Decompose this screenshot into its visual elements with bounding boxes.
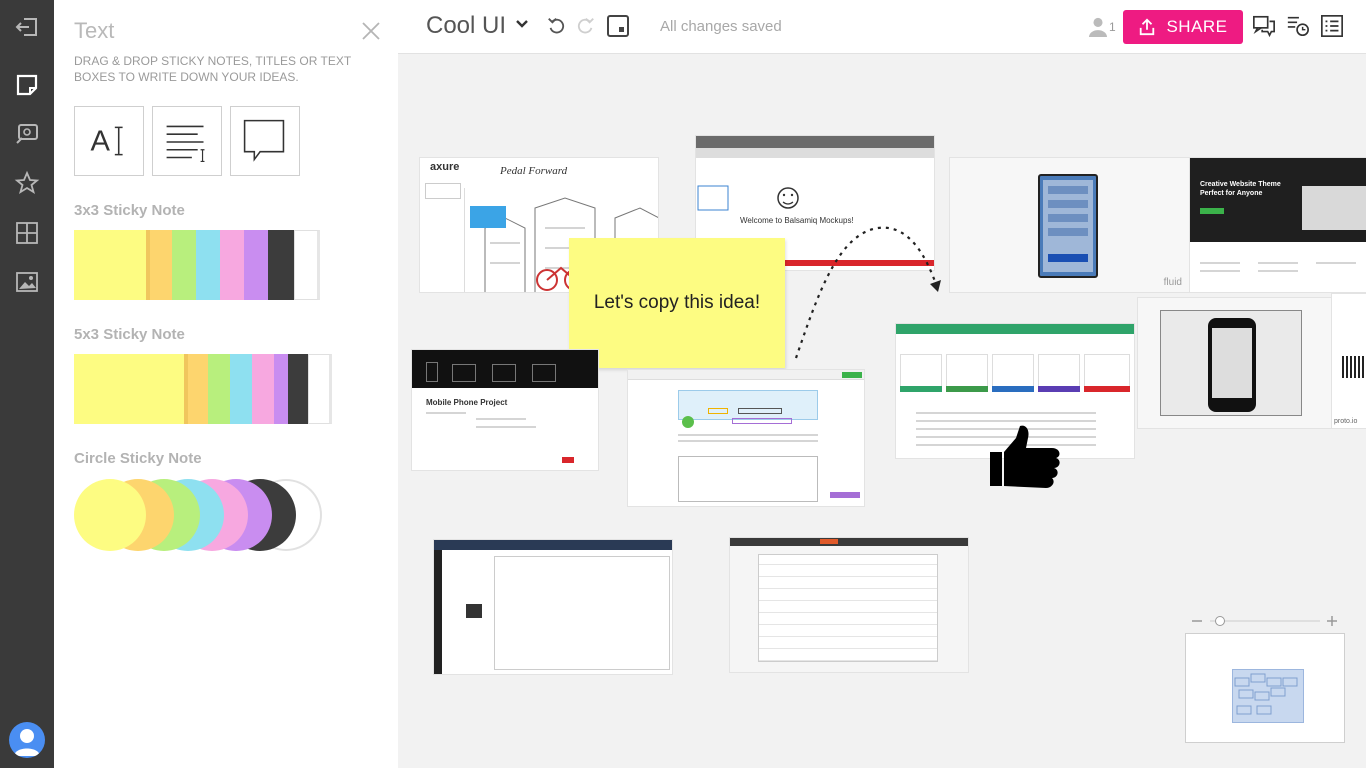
panel-title: Text (74, 18, 115, 43)
activity-icon[interactable] (1286, 14, 1310, 38)
minimap[interactable] (1185, 633, 1345, 743)
text-title-icon: A (91, 126, 123, 158)
mockup-thumb-fluid[interactable]: fluid (950, 158, 1190, 292)
redo-icon[interactable] (573, 14, 597, 38)
paragraph-icon (166, 125, 205, 162)
comment-icon[interactable] (0, 109, 54, 159)
image-icon[interactable] (0, 257, 54, 307)
circle-sticky-label: Circle Sticky Note (74, 450, 202, 467)
sticky-note-text: Let's copy this idea! (593, 292, 761, 313)
undo-icon[interactable] (545, 14, 569, 38)
project-title[interactable]: Cool UI (426, 12, 506, 40)
mockup-thumb-editor[interactable] (434, 540, 672, 674)
title-tool-button[interactable]: A (74, 106, 144, 176)
save-status: All changes saved (660, 18, 782, 35)
mockup-thumb-grid[interactable] (730, 538, 968, 672)
close-icon[interactable] (360, 20, 382, 42)
share-button[interactable]: SHARE (1123, 10, 1243, 44)
fluid-logo: fluid (1163, 277, 1182, 288)
mockup-thumb-mobile-project[interactable]: Mobile Phone Project (412, 350, 598, 470)
user-avatar[interactable] (9, 722, 45, 758)
sticky-note[interactable]: Let's copy this idea! (569, 238, 785, 368)
list-view-icon[interactable] (1320, 14, 1344, 38)
mockup-thumb-proto[interactable]: proto.io (1332, 294, 1366, 428)
circle-sticky-palette[interactable] (74, 478, 326, 552)
pedal-forward-title: Pedal Forward (500, 165, 568, 177)
minimap-viewport[interactable] (1232, 669, 1304, 723)
user-icon (1088, 17, 1108, 37)
text-box-tool-button[interactable] (152, 106, 222, 176)
speech-bubble-icon (243, 119, 285, 162)
left-rail (0, 0, 54, 768)
callout-tool-button[interactable] (230, 106, 300, 176)
sticky-3x3-label: 3x3 Sticky Note (74, 202, 185, 219)
comments-icon[interactable] (1252, 14, 1276, 38)
share-label: SHARE (1166, 17, 1228, 36)
text-panel: Text Drag & drop sticky notes, titles or… (54, 0, 398, 768)
upload-icon (1140, 18, 1155, 36)
proto-logo: proto.io (1334, 418, 1358, 425)
thumbs-up-icon[interactable] (988, 424, 1064, 490)
grid-icon[interactable] (0, 208, 54, 258)
svg-text:A: A (91, 126, 111, 158)
user-count: 1 (1109, 20, 1116, 34)
sticky-5x3-palette[interactable] (74, 354, 334, 424)
mockup-thumb-tips[interactable] (628, 370, 864, 506)
mockup-thumb-phone[interactable] (1138, 298, 1332, 428)
panel-description: Drag & drop sticky notes, titles or text… (74, 54, 351, 84)
exit-icon[interactable] (0, 2, 54, 52)
zoom-control[interactable] (1192, 614, 1338, 628)
theme-heading: Creative Website Theme Perfect for Anyon… (1200, 181, 1281, 197)
top-bar: Cool UI All changes saved 1 SHARE (398, 0, 1366, 54)
star-icon[interactable] (0, 158, 54, 208)
sticky-5x3-label: 5x3 Sticky Note (74, 326, 185, 343)
chevron-down-icon[interactable] (514, 16, 530, 32)
mobile-project-title: Mobile Phone Project (426, 398, 508, 407)
sticky-note-icon[interactable] (0, 60, 54, 110)
board-canvas[interactable]: axure Pedal Forward Welcome to Balsamiq … (398, 54, 1366, 768)
mockup-thumb-theme[interactable]: Creative Website Theme Perfect for Anyon… (1190, 158, 1366, 292)
sticky-3x3-palette[interactable] (74, 230, 324, 300)
axure-logo: axure (430, 161, 460, 173)
fit-view-icon[interactable] (606, 14, 630, 38)
collaborators-indicator[interactable]: 1 (1088, 14, 1122, 40)
